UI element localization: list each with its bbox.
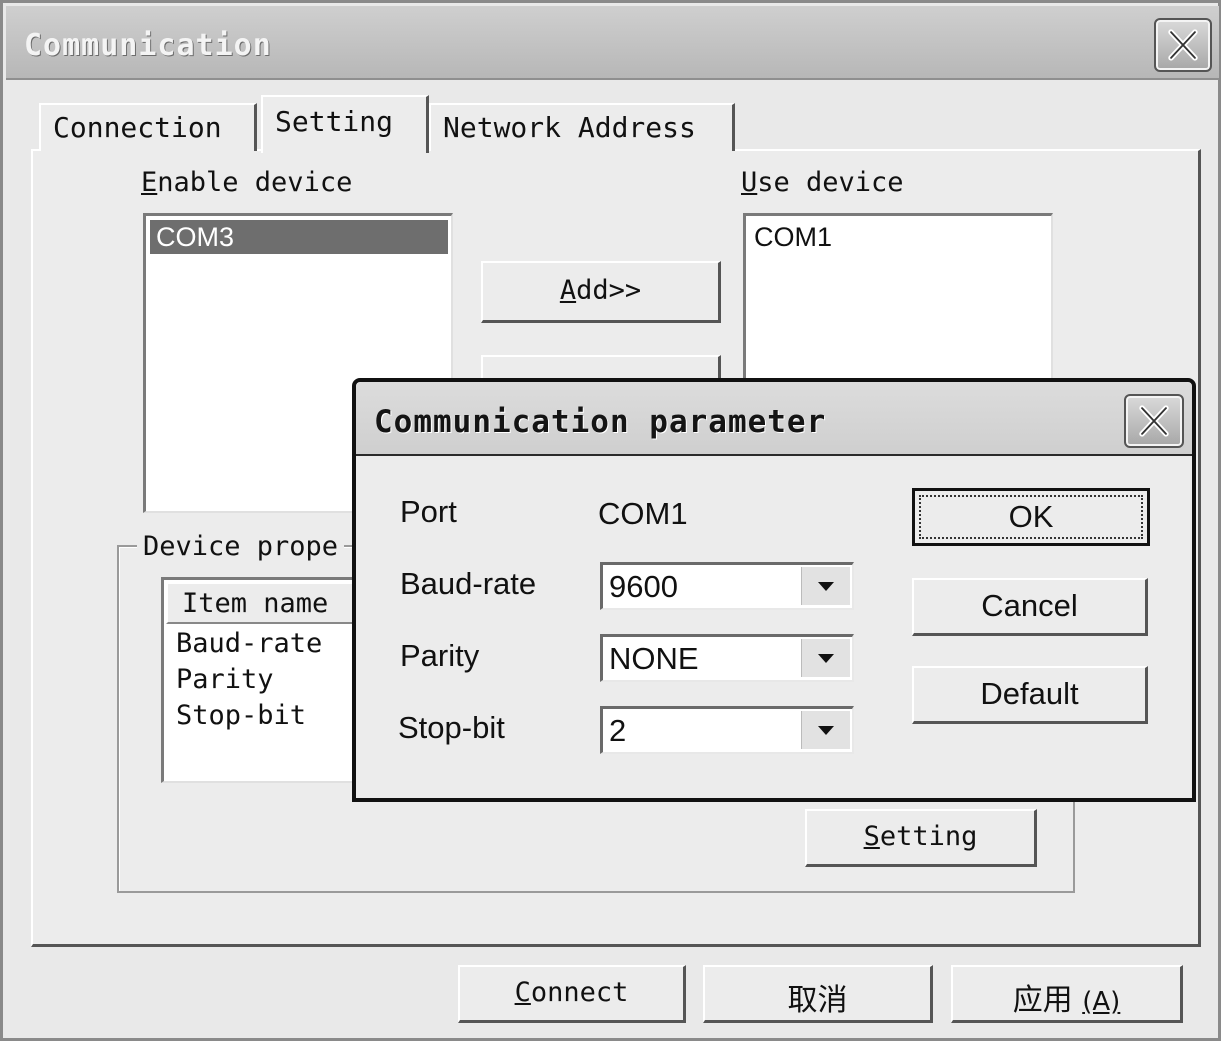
window-title: Communication <box>24 28 272 63</box>
list-item[interactable]: Baud-rate <box>176 628 322 659</box>
cancel-button[interactable]: 取消 <box>703 965 933 1023</box>
parity-label: Parity <box>400 638 480 673</box>
title-bar[interactable]: Communication <box>6 6 1219 80</box>
tab-network-address[interactable]: Network Address <box>429 103 735 151</box>
tab-label: Setting <box>275 105 394 138</box>
apply-button[interactable]: 应用 (A) <box>951 965 1183 1023</box>
close-icon <box>1139 405 1169 437</box>
stop-bit-select[interactable]: 2 <box>600 706 854 754</box>
use-device-label: Use device <box>741 167 904 198</box>
dialog-close-button[interactable] <box>1124 394 1184 448</box>
baud-rate-dropdown-button[interactable] <box>801 567 850 605</box>
stop-bit-label: Stop-bit <box>398 710 505 745</box>
tab-setting[interactable]: Setting <box>261 95 429 153</box>
parity-select[interactable]: NONE <box>600 634 854 682</box>
tab-label: Connection <box>53 111 222 144</box>
dialog-title-bar[interactable]: Communication parameter <box>356 382 1192 456</box>
connect-button[interactable]: Connect <box>458 965 686 1023</box>
cancel-button[interactable]: Cancel <box>912 578 1148 636</box>
list-item-selected[interactable]: COM3 <box>150 220 448 254</box>
chevron-down-icon <box>818 726 834 735</box>
tab-label: Network Address <box>443 111 696 144</box>
default-button[interactable]: Default <box>912 666 1148 724</box>
port-value: COM1 <box>598 496 688 531</box>
dialog-title: Communication parameter <box>374 404 827 440</box>
ok-button-label: OK <box>919 495 1143 539</box>
communication-parameter-dialog: Communication parameter Port COM1 Baud-r… <box>352 378 1196 802</box>
parity-dropdown-button[interactable] <box>801 639 850 677</box>
tab-connection[interactable]: Connection <box>39 103 257 151</box>
device-properties-label: Device prope <box>137 531 345 562</box>
enable-device-label: Enable device <box>141 167 353 198</box>
ok-button[interactable]: OK <box>912 488 1150 546</box>
chevron-down-icon <box>818 654 834 663</box>
window-close-button[interactable] <box>1154 18 1212 72</box>
list-item[interactable]: Parity <box>176 664 274 695</box>
list-item[interactable]: COM1 <box>754 222 832 253</box>
parity-value: NONE <box>609 641 699 676</box>
list-item[interactable]: Stop-bit <box>176 700 306 731</box>
baud-rate-value: 9600 <box>609 569 678 604</box>
stop-bit-value: 2 <box>609 713 627 748</box>
baud-rate-label: Baud-rate <box>400 566 537 601</box>
stop-bit-dropdown-button[interactable] <box>801 711 850 749</box>
setting-button[interactable]: Setting <box>805 809 1037 867</box>
baud-rate-select[interactable]: 9600 <box>600 562 854 610</box>
add-button[interactable]: Add>> <box>481 261 721 323</box>
close-icon <box>1168 29 1198 61</box>
use-device-list[interactable]: COM1 <box>743 213 1053 388</box>
port-label: Port <box>400 494 457 529</box>
chevron-down-icon <box>818 582 834 591</box>
